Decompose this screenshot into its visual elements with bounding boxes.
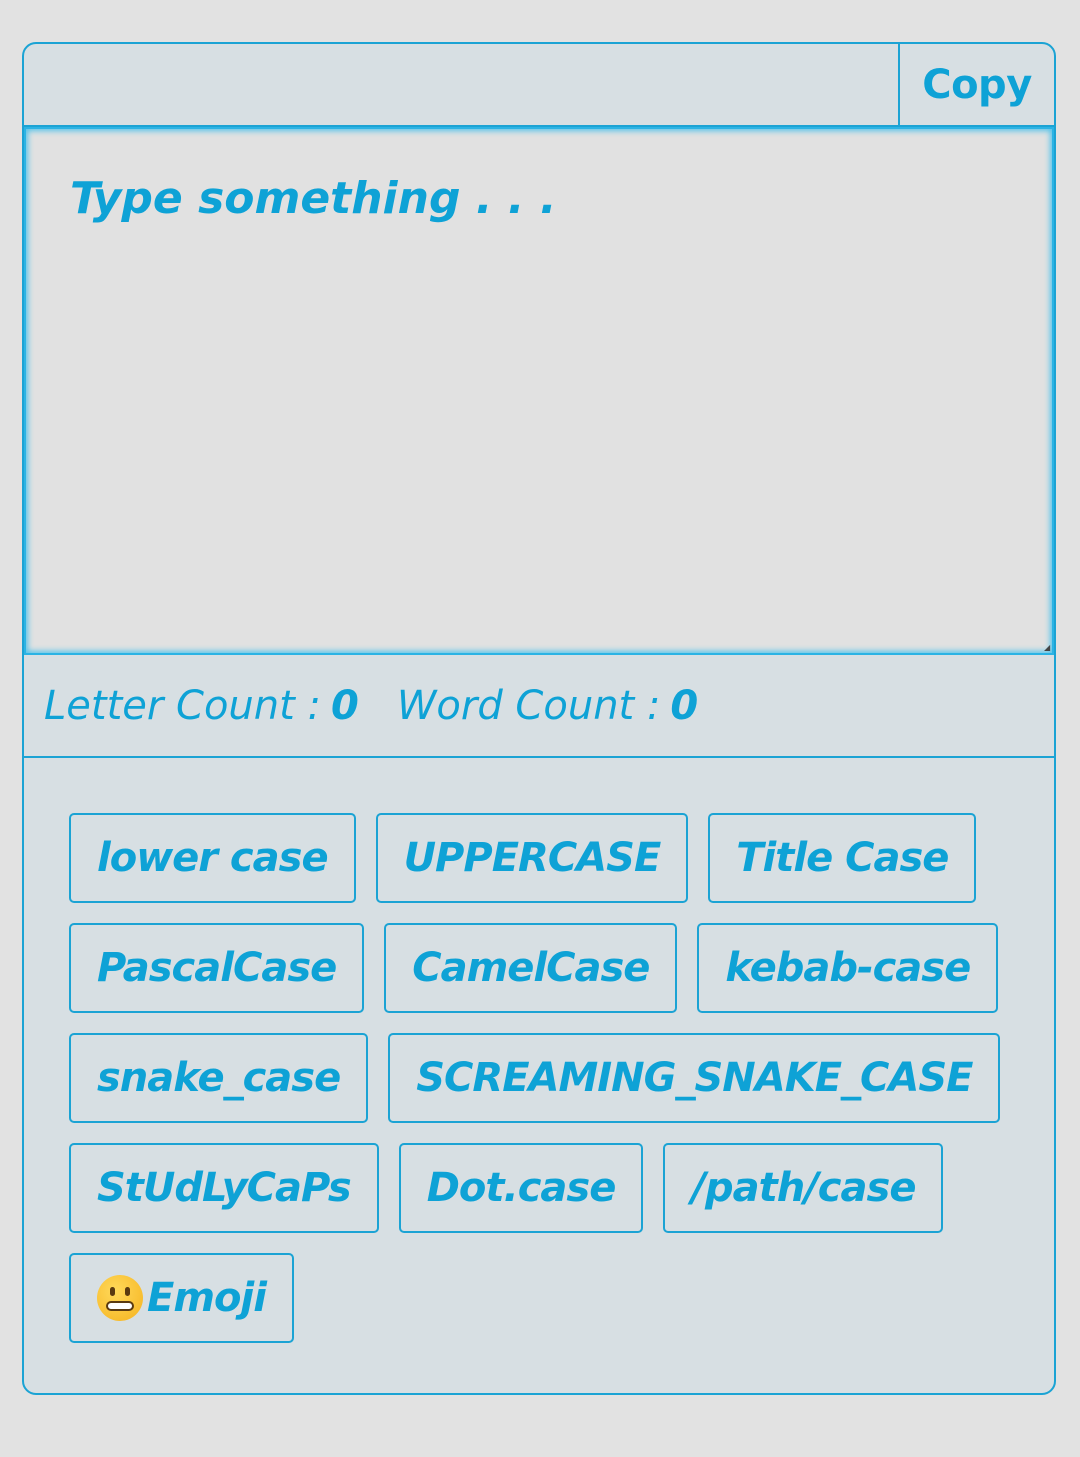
button-row: Emoji xyxy=(69,1253,1029,1343)
word-count-value: 0 xyxy=(670,682,699,729)
copy-button[interactable]: Copy xyxy=(898,44,1054,125)
word-count: Word Count : 0 xyxy=(397,683,698,729)
resize-handle-icon[interactable]: ◢ xyxy=(1044,644,1050,652)
letter-count-label: Letter Count : xyxy=(44,682,322,729)
text-editor-container: ◢ xyxy=(24,127,1054,655)
letter-count: Letter Count : 0 xyxy=(44,683,359,729)
case-converter-card: Copy ◢ Letter Count : 0 Word Count : 0 l… xyxy=(22,42,1056,1395)
snake-case-button[interactable]: snake_case xyxy=(69,1033,369,1123)
case-buttons: lower case UPPERCASE Title Case PascalCa… xyxy=(69,813,1029,1363)
button-row: StUdLyCaPs Dot.case /path/case xyxy=(69,1143,1029,1233)
screaming-snake-case-button[interactable]: SCREAMING_SNAKE_CASE xyxy=(388,1033,1001,1123)
emoji-button[interactable]: Emoji xyxy=(69,1253,294,1343)
toolbar: Copy xyxy=(24,44,1054,127)
kebab-case-button[interactable]: kebab-case xyxy=(697,923,999,1013)
uppercase-button[interactable]: UPPERCASE xyxy=(375,813,689,903)
studly-caps-button[interactable]: StUdLyCaPs xyxy=(69,1143,379,1233)
lower-case-button[interactable]: lower case xyxy=(69,813,356,903)
pascal-case-button[interactable]: PascalCase xyxy=(69,923,365,1013)
path-case-button[interactable]: /path/case xyxy=(663,1143,944,1233)
title-case-button[interactable]: Title Case xyxy=(708,813,977,903)
button-row: PascalCase CamelCase kebab-case xyxy=(69,923,1029,1013)
counts-bar: Letter Count : 0 Word Count : 0 xyxy=(24,655,1054,758)
grimacing-face-icon xyxy=(97,1275,143,1321)
button-row: lower case UPPERCASE Title Case xyxy=(69,813,1029,903)
button-row: snake_case SCREAMING_SNAKE_CASE xyxy=(69,1033,1029,1123)
camel-case-button[interactable]: CamelCase xyxy=(384,923,678,1013)
dot-case-button[interactable]: Dot.case xyxy=(398,1143,644,1233)
word-count-label: Word Count : xyxy=(396,682,661,729)
letter-count-value: 0 xyxy=(331,682,359,729)
emoji-button-label: Emoji xyxy=(147,1275,267,1321)
text-input[interactable] xyxy=(26,129,1052,653)
